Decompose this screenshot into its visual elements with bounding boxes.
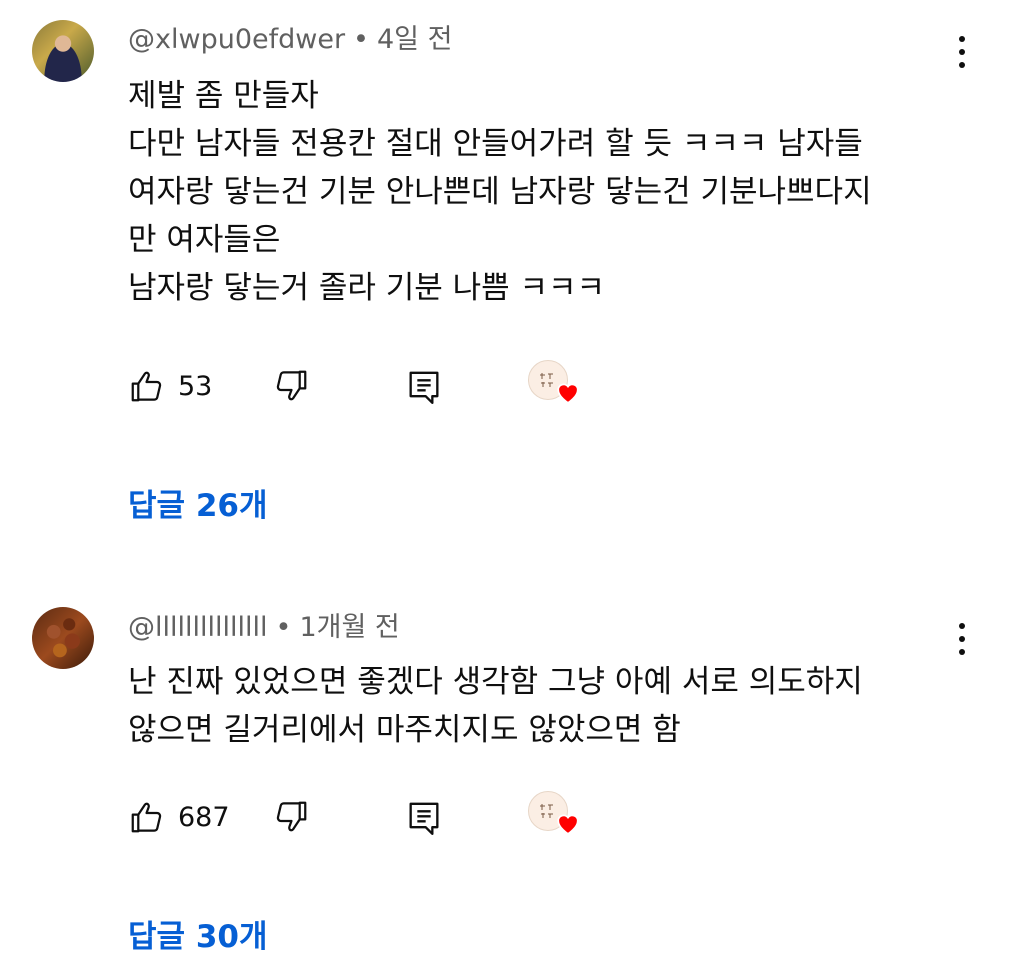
creator-heart-icon [557,383,579,404]
vertical-dots-icon-dot [959,49,965,55]
thumbs-down-icon [276,370,307,401]
view-replies-button[interactable]: 답글 26개 [128,480,268,525]
comment-text-line: 다만 남자들 전용칸 절대 안들어가려 할 듯 ㅋㅋㅋ 남자들 [128,126,863,162]
vertical-dots-icon-dot [959,649,965,655]
comment-actions: 53 [128,360,728,410]
reply-comment-icon [409,802,439,835]
avatar[interactable] [32,20,94,82]
thumbs-down-icon [276,801,307,832]
vertical-dots-icon [959,623,965,629]
comment-text-line: 만 여자들은 [128,222,281,258]
creator-heart-badge [528,791,582,845]
reply-button[interactable] [404,797,444,839]
like-button[interactable]: 53 [128,366,212,406]
comment-meta: @xlwpu0efdwer • 4일 전 [128,23,452,57]
creator-heart-icon [557,814,579,835]
more-options-button[interactable] [949,32,975,72]
comment-text: 난 진짜 있었으면 좋겠다 생각함 그냥 아예 서로 의도하지 않으면 길거리에… [128,658,958,754]
comment-author[interactable]: @lllllllllllllll [128,612,268,643]
comment-meta: @lllllllllllllll • 1개월 전 [128,611,400,645]
comment-text-line: 난 진짜 있었으면 좋겠다 생각함 그냥 아예 서로 의도하지 [128,664,863,700]
vertical-dots-icon-dot [959,636,965,642]
like-count: 687 [178,801,230,833]
comment-actions: 687 [128,791,728,841]
reply-button[interactable] [404,366,444,408]
avatar[interactable] [32,607,94,669]
reply-comment-icon [409,371,439,404]
replies-label: 답글 26개 [128,488,268,524]
comment-text-line: 여자랑 닿는건 기분 안나쁜데 남자랑 닿는건 기분나쁘다지 [128,174,872,210]
like-count: 53 [178,370,213,402]
meta-separator: • [353,24,369,55]
view-replies-button[interactable]: 답글 30개 [128,911,268,956]
meta-separator: • [275,612,292,643]
comment-text-line: 남자랑 닿는거 졸라 기분 나쁨 ㅋㅋㅋ [128,270,606,306]
creator-heart-badge [528,360,582,414]
like-button[interactable]: 687 [128,797,230,837]
thumbs-up-icon [131,802,162,833]
comment-text-line: 않으면 길거리에서 마주치지도 않았으면 함 [128,712,681,748]
thumbs-up-icon [131,371,162,402]
comment-time[interactable]: 1개월 전 [299,612,399,643]
vertical-dots-icon-dot [959,62,965,68]
more-options-button[interactable] [949,619,975,659]
replies-label: 답글 30개 [128,919,268,955]
dislike-button[interactable] [272,797,310,837]
dislike-button[interactable] [272,366,310,406]
comment-author[interactable]: @xlwpu0efdwer [128,24,345,55]
comment-time[interactable]: 4일 전 [377,24,452,55]
comment-text: 제발 좀 만들자 다만 남자들 전용칸 절대 안들어가려 할 듯 ㅋㅋㅋ 남자들… [128,72,958,312]
comment-text-line: 제발 좀 만들자 [128,78,319,114]
vertical-dots-icon [959,36,965,42]
